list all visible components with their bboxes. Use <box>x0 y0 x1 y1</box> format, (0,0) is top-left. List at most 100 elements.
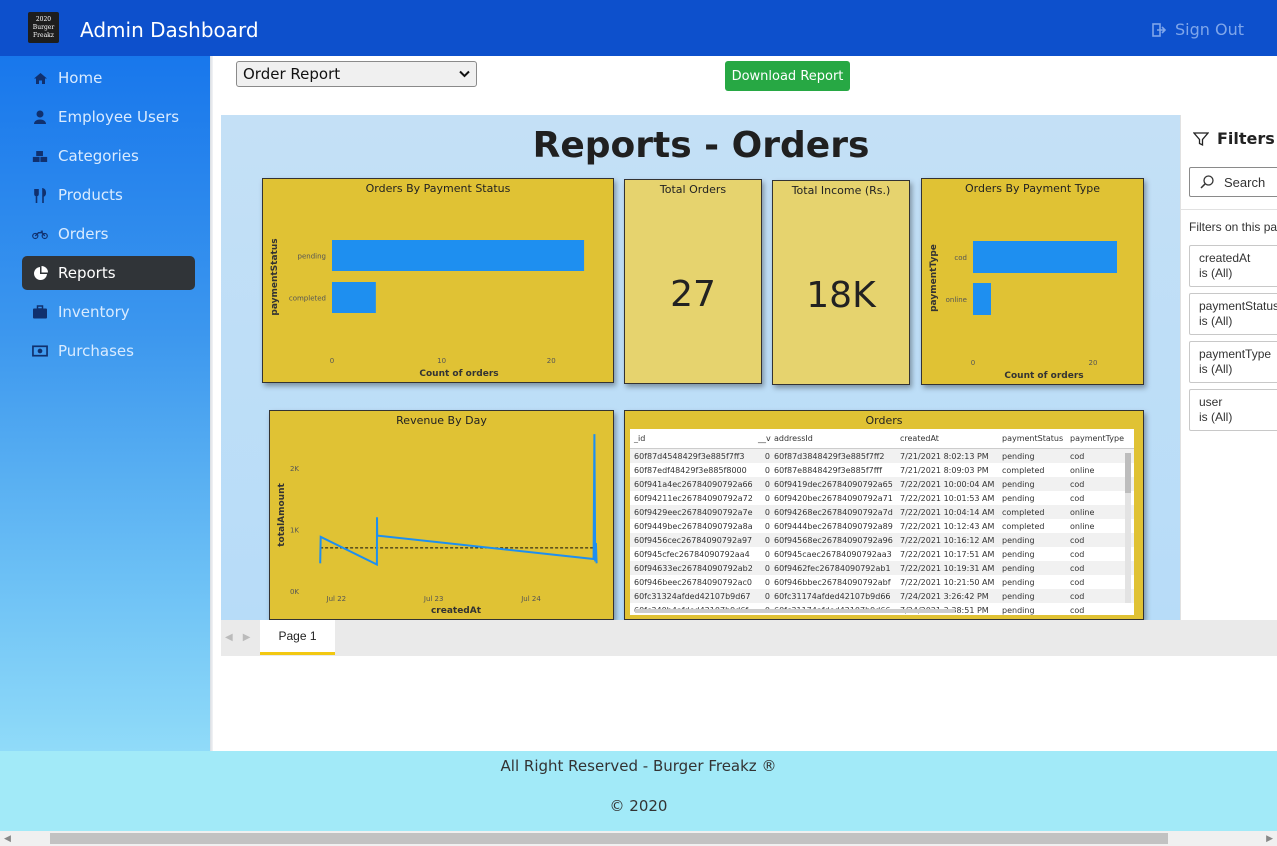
table-horizontal-scrollbar[interactable] <box>635 609 955 613</box>
table-row[interactable]: 60f945cfec26784090792aa4 0 60f945caec26784… <box>630 547 1134 561</box>
report-type-select[interactable]: Order Report <box>236 61 477 87</box>
table-cell: 60f945caec26784090792aa3 <box>774 549 892 559</box>
total-income-value: 18K <box>806 275 876 316</box>
table-row[interactable]: 60fc31324afded42107b9d67 0 60fc31174afded4… <box>630 589 1134 603</box>
table-cell: pending <box>1002 591 1035 601</box>
scrollbar-thumb[interactable] <box>50 833 1168 844</box>
divider <box>1181 209 1277 210</box>
page-tab-1[interactable]: Page 1 <box>260 620 335 655</box>
brand-logo[interactable]: 2020 Burger Freakz <box>28 12 59 43</box>
column-header-addressid[interactable]: addressId <box>774 434 900 443</box>
table-cell: 7/22/2021 10:04:14 AM <box>900 507 995 517</box>
filters-pane: Filters Search Filters on this pag creat… <box>1180 115 1277 620</box>
sidebar-item-label: Reports <box>58 264 116 282</box>
table-row[interactable]: 60f94211ec26784090792a72 0 60f9420bec26784… <box>630 491 1134 505</box>
bar-pending[interactable] <box>332 240 585 271</box>
table-row[interactable]: 60f946beec26784090792ac0 0 60f946bbec26784… <box>630 575 1134 589</box>
y-axis-title: paymentType <box>929 244 939 312</box>
revenue-series-line[interactable] <box>319 434 598 567</box>
table-cell: pending <box>1002 577 1035 587</box>
table-row[interactable]: 60f9429eec26784090792a7e 0 60f94268ec26784… <box>630 505 1134 519</box>
table-cell: 0 <box>764 521 770 531</box>
payment-status-chart-svg: pending completed 0 10 20 Count of orders paym… <box>270 238 585 379</box>
sidebar-item-purchases[interactable]: Purchases <box>22 334 195 368</box>
filter-card-paymentstatus[interactable]: paymentStatus is (All) <box>1189 293 1277 335</box>
table-cell: 60f94633ec26784090792ab2 <box>634 563 753 573</box>
download-report-button[interactable]: Download Report <box>725 61 850 91</box>
x-axis-title: Count of orders <box>419 369 498 379</box>
y-tick-label: 2K <box>290 465 299 473</box>
total-orders-card[interactable]: Total Orders 27 <box>624 179 762 384</box>
report-select-value: Order Report <box>243 65 341 83</box>
payment-type-chart[interactable]: Orders By Payment Type cod online 0 20 Count… <box>921 178 1144 385</box>
bar-cod[interactable] <box>973 241 1117 273</box>
user-icon <box>32 110 48 124</box>
utensils-icon <box>32 187 48 203</box>
sidebar-item-home[interactable]: Home <box>22 61 195 95</box>
sidebar-item-employee-users[interactable]: Employee Users <box>22 100 195 134</box>
table-vertical-scrollbar[interactable] <box>1125 453 1131 603</box>
table-cell: pending <box>1002 605 1035 615</box>
orders-table-visual[interactable]: Orders _id __v addressId createdAt payme… <box>624 410 1144 620</box>
table-cell: cod <box>1070 591 1085 601</box>
column-header-v[interactable]: __v <box>758 434 774 443</box>
filter-card-user[interactable]: user is (All) <box>1189 389 1277 431</box>
revenue-chart-svg: 0K 1K 2K Jul 22 Jul 23 Jul 24 createdAt totalAm… <box>277 434 598 616</box>
page-nav-arrows[interactable]: ◀▶ <box>225 632 260 643</box>
table-cell: cod <box>1070 535 1085 545</box>
page-horizontal-scrollbar[interactable]: ◀ ▶ <box>0 831 1277 846</box>
table-cell: pending <box>1002 549 1035 559</box>
column-header-id[interactable]: _id <box>630 434 758 443</box>
table-cell: cod <box>1070 451 1085 461</box>
sidebar-item-products[interactable]: Products <box>22 178 195 212</box>
table-cell: 0 <box>764 479 770 489</box>
bar-online[interactable] <box>973 283 991 315</box>
filter-field: createdAt <box>1199 251 1251 265</box>
x-tick-label: 0 <box>971 359 975 367</box>
table-cell: 0 <box>764 591 770 601</box>
sidebar-item-orders[interactable]: Orders <box>22 217 195 251</box>
footer: All Right Reserved - Burger Freakz ® © 2… <box>0 751 1277 831</box>
column-header-paymenttype[interactable]: paymentType <box>1070 434 1130 443</box>
table-cell: 0 <box>764 577 770 587</box>
table-row[interactable]: 60f941a4ec26784090792a66 0 60f9419dec26784… <box>630 477 1134 491</box>
revenue-by-day-chart[interactable]: Revenue By Day 0K 1K 2K Jul 22 Jul 23 Jul 24 c… <box>269 410 614 620</box>
table-row[interactable]: 60f9449bec26784090792a8a 0 60f9444bec26784… <box>630 519 1134 533</box>
table-cell: 60fc31324afded42107b9d67 <box>634 591 751 601</box>
bar-completed[interactable] <box>332 282 376 313</box>
scroll-right-icon[interactable]: ▶ <box>1266 833 1273 844</box>
filters-search-input[interactable]: Search <box>1189 167 1277 197</box>
total-income-card[interactable]: Total Income (Rs.) 18K <box>772 180 910 385</box>
table-row[interactable]: 60f87d4548429f3e885f7ff3 0 60f87d3848429f3… <box>630 449 1134 463</box>
table-row[interactable]: 60f87edf48429f3e885f8000 0 60f87e8848429f3… <box>630 463 1134 477</box>
table-cell: online <box>1070 521 1095 531</box>
footer-copyright-line: All Right Reserved - Burger Freakz ® <box>500 757 777 775</box>
column-header-createdat[interactable]: createdAt <box>900 434 1002 443</box>
table-row[interactable]: 60f9456cec26784090792a97 0 60f94568ec26784… <box>630 533 1134 547</box>
filters-header[interactable]: Filters <box>1193 129 1275 148</box>
scrollbar-thumb[interactable] <box>1125 453 1131 493</box>
table-cell: pending <box>1002 535 1035 545</box>
money-icon <box>32 345 48 357</box>
table-cell: completed <box>1002 507 1045 517</box>
x-axis-title: createdAt <box>431 606 482 616</box>
y-tick-label: 1K <box>290 526 299 534</box>
payment-status-chart[interactable]: Orders By Payment Status pending complete… <box>262 178 614 383</box>
table-cell: 0 <box>764 535 770 545</box>
filter-state: is (All) <box>1199 362 1233 376</box>
sidebar-item-label: Products <box>58 186 123 204</box>
scroll-left-icon[interactable]: ◀ <box>4 833 11 844</box>
filter-card-paymenttype[interactable]: paymentType is (All) <box>1189 341 1277 383</box>
sign-out-button[interactable]: Sign Out <box>1152 20 1244 39</box>
orders-table[interactable]: _id __v addressId createdAt paymentStatu… <box>630 429 1134 615</box>
sidebar-item-reports[interactable]: Reports <box>22 256 195 290</box>
column-header-paymentstatus[interactable]: paymentStatus <box>1002 434 1070 443</box>
filter-card-createdat[interactable]: createdAt is (All) <box>1189 245 1277 287</box>
sidebar-item-label: Categories <box>58 147 139 165</box>
table-row[interactable]: 60f94633ec26784090792ab2 0 60f9462fec26784… <box>630 561 1134 575</box>
payment-type-chart-svg: cod online 0 20 Count of orders paymentType <box>929 241 1117 381</box>
table-cell: 60f87e8848429f3e885f7fff <box>774 465 883 475</box>
home-icon <box>32 72 48 85</box>
sidebar-item-categories[interactable]: Categories <box>22 139 195 173</box>
sidebar-item-inventory[interactable]: Inventory <box>22 295 195 329</box>
